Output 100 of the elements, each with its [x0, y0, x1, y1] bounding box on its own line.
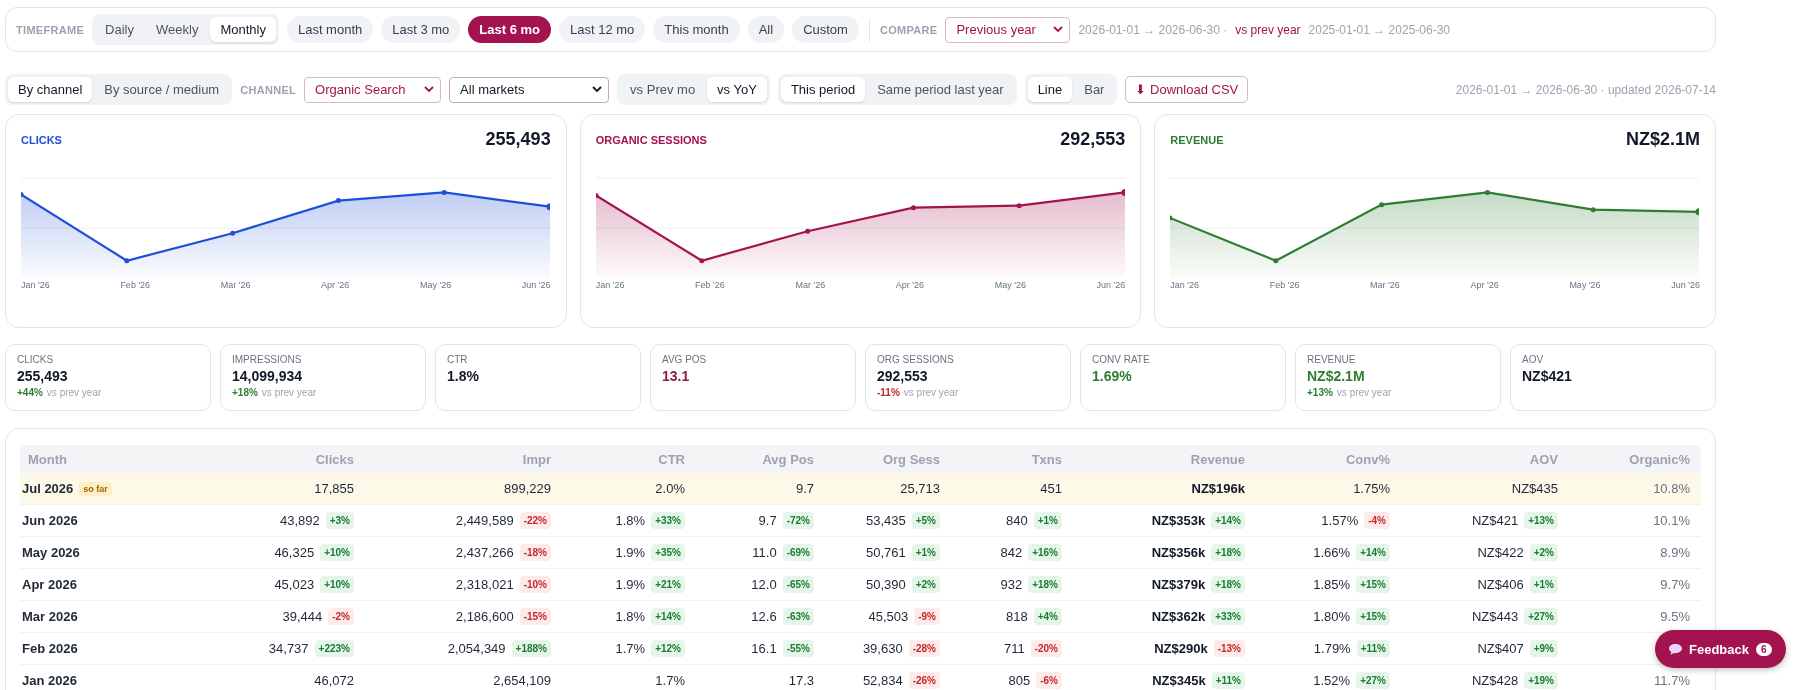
- kpi-label: CONV RATE: [1092, 354, 1151, 365]
- table-cell: NZ$345k: [1152, 673, 1206, 688]
- breakdown-tab[interactable]: By channel: [8, 77, 93, 102]
- axis-label: Feb '26: [120, 280, 151, 290]
- kpi-note: vs prev year: [1336, 387, 1392, 398]
- change-tag: +35%: [651, 544, 685, 561]
- table-cell: 17.3: [788, 673, 814, 688]
- change-tag: +21%: [651, 576, 685, 593]
- table-cell: NZ$422: [1477, 545, 1524, 560]
- change-tag: -20%: [1030, 640, 1062, 657]
- range-chip[interactable]: Last month: [286, 16, 374, 43]
- kpi-delta: +13%: [1307, 387, 1333, 398]
- change-tag: -10%: [519, 576, 551, 593]
- table-cell: 52,834: [862, 673, 903, 688]
- table-cell: 805: [1008, 673, 1031, 688]
- axis-label: Apr '26: [1470, 280, 1499, 290]
- kpi-label: AVG POS: [662, 354, 708, 365]
- range-chip[interactable]: This month: [653, 16, 740, 43]
- table-cell: NZ$290k: [1154, 641, 1208, 656]
- chevron-icon: [1053, 26, 1064, 33]
- granularity-tab[interactable]: Daily: [95, 17, 144, 42]
- change-tag: +33%: [1211, 608, 1245, 625]
- change-tag: +9%: [1529, 640, 1558, 657]
- chart-title: REVENUE: [1170, 133, 1224, 146]
- change-tag: -65%: [782, 576, 814, 593]
- axis-label: Feb '26: [695, 280, 725, 290]
- axis-label: Jun '26: [521, 280, 551, 290]
- comparison-tab[interactable]: vs Prev mo: [620, 77, 706, 102]
- table-cell: 53,435: [865, 513, 906, 528]
- table-cell: 12.0: [751, 577, 777, 592]
- table-cell: 1.75%: [1353, 481, 1390, 496]
- month-cell: Jul 2026: [22, 481, 74, 496]
- chevron-icon: [592, 86, 603, 93]
- table-cell: 46,325: [274, 545, 315, 560]
- change-tag: +19%: [1524, 672, 1558, 689]
- table-cell: 50,761: [865, 545, 906, 560]
- comparison-tab[interactable]: vs YoY: [707, 77, 767, 102]
- date-range: 2025-01-01 → 2025-06-30: [1308, 22, 1450, 37]
- range-chip[interactable]: All: [747, 16, 785, 43]
- kpi-note: vs prev year: [903, 387, 959, 398]
- change-tag: +16%: [1028, 544, 1062, 561]
- compare-select[interactable]: Previous year: [945, 16, 1071, 43]
- change-tag: +188%: [511, 640, 551, 657]
- chart-type-tab[interactable]: Bar: [1074, 77, 1115, 102]
- table-cell: 1.80%: [1313, 609, 1351, 624]
- channel-select[interactable]: Organic Search: [304, 76, 442, 103]
- market-select[interactable]: All markets: [449, 76, 610, 103]
- table-cell: NZ$406: [1477, 577, 1524, 592]
- table-cell: 8.9%: [1660, 545, 1690, 560]
- change-tag: +27%: [1356, 672, 1390, 689]
- download-button[interactable]: ⬇ Download CSV: [1125, 76, 1249, 103]
- range-chip[interactable]: Last 6 mo: [468, 16, 552, 43]
- change-tag: +27%: [1524, 608, 1558, 625]
- kpi-note: vs prev year: [261, 387, 317, 398]
- so-far-tag: so far: [79, 481, 112, 496]
- table-cell: 1.52%: [1313, 673, 1351, 688]
- period-tab[interactable]: This period: [780, 77, 866, 102]
- table-cell: NZ$362k: [1151, 609, 1206, 624]
- table-cell: 1.57%: [1321, 513, 1359, 528]
- axis-label: May '26: [420, 280, 452, 290]
- channel-label: CHANNEL: [240, 83, 297, 96]
- change-tag: -72%: [782, 512, 814, 529]
- kpi-value: NZ$421: [1522, 368, 1573, 384]
- table-cell: NZ$353k: [1151, 513, 1206, 528]
- table-cell: 11.0: [752, 545, 777, 560]
- table-cell: 1.7%: [655, 673, 685, 688]
- change-tag: +1%: [911, 544, 940, 561]
- axis-label: Mar '26: [795, 280, 826, 290]
- change-tag: -22%: [519, 512, 551, 529]
- table-cell: 9.7: [758, 513, 777, 528]
- table-cell: 10.8%: [1653, 481, 1690, 496]
- feedback-button[interactable]: Feedback 6: [1655, 630, 1786, 668]
- month-cell: Jan 2026: [22, 673, 77, 688]
- change-tag: -18%: [519, 544, 551, 561]
- period-tab[interactable]: Same period last year: [867, 77, 1014, 102]
- granularity-tab[interactable]: Weekly: [146, 17, 209, 42]
- range-chip[interactable]: Custom: [792, 16, 859, 43]
- change-tag: +15%: [1356, 576, 1390, 593]
- month-cell: Mar 2026: [22, 609, 78, 624]
- kpi-delta: -11%: [877, 387, 900, 398]
- table-cell: 45,023: [274, 577, 315, 592]
- range-chip[interactable]: Last 3 mo: [381, 16, 461, 43]
- chart-type-tab[interactable]: Line: [1027, 77, 1073, 102]
- granularity-tab[interactable]: Monthly: [210, 17, 276, 42]
- axis-label: Jun '26: [1096, 280, 1126, 290]
- change-tag: +1%: [1529, 576, 1558, 593]
- table-cell: 451: [1040, 481, 1062, 496]
- table-cell: 1.8%: [615, 609, 646, 624]
- kpi-label: AOV: [1522, 354, 1545, 365]
- table-cell: 12.6: [751, 609, 777, 624]
- table-cell: NZ$443: [1471, 609, 1519, 624]
- kpi-value: NZ$2.1M: [1307, 368, 1366, 384]
- axis-label: Apr '26: [321, 280, 350, 290]
- range-chip[interactable]: Last 12 mo: [559, 16, 646, 43]
- change-tag: +10%: [320, 544, 354, 561]
- change-tag: +2%: [1529, 544, 1558, 561]
- table-cell: 818: [1006, 609, 1028, 624]
- breakdown-tab[interactable]: By source / medium: [94, 77, 230, 102]
- table-cell: 1.9%: [615, 545, 646, 560]
- table-cell: NZ$407: [1477, 641, 1524, 656]
